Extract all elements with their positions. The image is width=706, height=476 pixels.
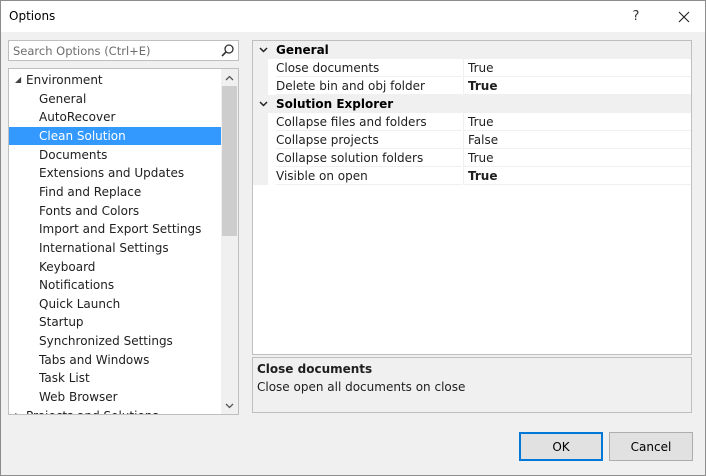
tree-item-label: Web Browser <box>39 390 118 405</box>
tree-item-label: International Settings <box>39 240 169 255</box>
tree-item[interactable]: Import and Export Settings <box>9 220 221 238</box>
tree-item-label: Clean Solution <box>39 128 126 143</box>
property-row[interactable]: Collapse solution folders True <box>253 149 691 167</box>
property-grid[interactable]: General Close documents True Delete bin and… <box>252 40 692 355</box>
close-button[interactable] <box>664 1 704 32</box>
property-value[interactable]: True <box>463 167 691 185</box>
tree-item-label: Projects and Solutions <box>26 407 159 414</box>
tree-item-label: Task List <box>39 371 90 386</box>
tree-item-label: Tabs and Windows <box>39 352 150 367</box>
tree-item-label: AutoRecover <box>39 110 116 125</box>
tree-item-label: General <box>39 91 87 106</box>
window-title: Options <box>9 9 56 23</box>
cancel-button[interactable]: Cancel <box>609 432 693 461</box>
tree-scrollbar[interactable] <box>221 69 238 414</box>
tree-item-label: Find and Replace <box>39 184 142 199</box>
property-name: Collapse files and folders <box>276 113 462 131</box>
property-name: Visible on open <box>276 167 462 185</box>
options-tree[interactable]: ◢ Environment General AutoRecover Clean Solu… <box>8 68 239 415</box>
tree-item-label: Quick Launch <box>39 296 121 311</box>
scroll-down-button[interactable] <box>221 397 238 414</box>
help-label: ? <box>632 9 640 24</box>
search-input[interactable] <box>13 43 213 58</box>
scroll-thumb[interactable] <box>222 86 237 236</box>
close-icon <box>678 11 690 22</box>
category-name: Solution Explorer <box>276 97 394 111</box>
tree-item[interactable]: Fonts and Colors <box>9 202 221 220</box>
tree-item[interactable]: Quick Launch <box>9 295 221 313</box>
tree-item[interactable]: Extensions and Updates <box>9 164 221 182</box>
category-name: General <box>276 43 329 57</box>
dialog-body: ◢ Environment General AutoRecover Clean Solu… <box>1 32 705 475</box>
tree-item[interactable]: ◢ Environment <box>9 71 221 89</box>
tree-item[interactable]: Clean Solution <box>9 126 221 145</box>
property-name: Collapse projects <box>276 131 462 149</box>
category-row[interactable]: General <box>253 41 691 59</box>
tree-item-label: Fonts and Colors <box>39 203 140 218</box>
chevron-up-icon <box>225 75 234 80</box>
property-value[interactable]: True <box>463 59 691 77</box>
options-dialog: Options ? ◢ Environment General AutoRecover… <box>0 0 706 476</box>
property-value[interactable]: True <box>463 77 691 95</box>
property-row[interactable]: Collapse projects False <box>253 131 691 149</box>
tree-item[interactable]: Startup <box>9 313 221 331</box>
tree-item[interactable]: General <box>9 90 221 108</box>
help-button[interactable]: ? <box>619 1 653 32</box>
row-gutter <box>253 167 268 185</box>
search-icon[interactable] <box>220 43 235 58</box>
tree-item-label: Environment <box>26 73 103 87</box>
chevron-down-icon <box>225 403 234 408</box>
tree-item-label: Import and Export Settings <box>39 222 202 237</box>
tree-item-label: Extensions and Updates <box>39 166 185 181</box>
description-text: Close open all documents on close <box>257 380 466 394</box>
row-gutter <box>253 149 268 167</box>
category-row[interactable]: Solution Explorer <box>253 95 691 113</box>
tree-item[interactable]: Synchronized Settings <box>9 332 221 350</box>
property-row[interactable]: Visible on open True <box>253 167 691 185</box>
property-value[interactable]: False <box>463 131 691 149</box>
caret-down-icon[interactable] <box>257 41 269 59</box>
description-panel: Close documents Close open all documents… <box>252 357 692 413</box>
tree-items: ◢ Environment General AutoRecover Clean Solu… <box>9 69 222 414</box>
tree-item[interactable]: Notifications <box>9 276 221 294</box>
tree-item-label: Documents <box>39 147 108 162</box>
property-value[interactable]: True <box>463 149 691 167</box>
collapse-arrow-icon[interactable]: ▷ <box>15 407 21 414</box>
tree-item[interactable]: ▷ Projects and Solutions <box>9 407 221 414</box>
tree-item[interactable]: Web Browser <box>9 388 221 406</box>
title-bar: Options ? <box>1 1 705 32</box>
row-gutter <box>253 113 268 131</box>
caret-down-icon[interactable] <box>257 95 269 113</box>
tree-item[interactable]: AutoRecover <box>9 108 221 126</box>
row-gutter <box>253 131 268 149</box>
tree-item-label: Keyboard <box>39 259 96 274</box>
tree-item-label: Notifications <box>39 278 115 293</box>
tree-item[interactable]: Tabs and Windows <box>9 351 221 369</box>
property-name: Collapse solution folders <box>276 149 462 167</box>
tree-item-label: Synchronized Settings <box>39 334 173 349</box>
ok-button[interactable]: OK <box>519 432 603 461</box>
description-title: Close documents <box>257 362 373 376</box>
property-name: Close documents <box>276 59 462 77</box>
property-row[interactable]: Collapse files and folders True <box>253 113 691 131</box>
property-value[interactable]: True <box>463 113 691 131</box>
row-gutter <box>253 77 268 95</box>
tree-item[interactable]: Task List <box>9 369 221 387</box>
property-row[interactable]: Delete bin and obj folder True <box>253 77 691 95</box>
tree-item[interactable]: Keyboard <box>9 258 221 276</box>
tree-item[interactable]: Documents <box>9 146 221 164</box>
property-name: Delete bin and obj folder <box>276 77 462 95</box>
tree-item[interactable]: International Settings <box>9 239 221 257</box>
property-row[interactable]: Close documents True <box>253 59 691 77</box>
row-gutter <box>253 59 268 77</box>
search-box[interactable] <box>8 40 239 61</box>
tree-item-label: Startup <box>39 315 84 330</box>
scroll-up-button[interactable] <box>221 69 238 86</box>
expand-arrow-icon[interactable]: ◢ <box>15 71 21 89</box>
tree-item[interactable]: Find and Replace <box>9 183 221 201</box>
